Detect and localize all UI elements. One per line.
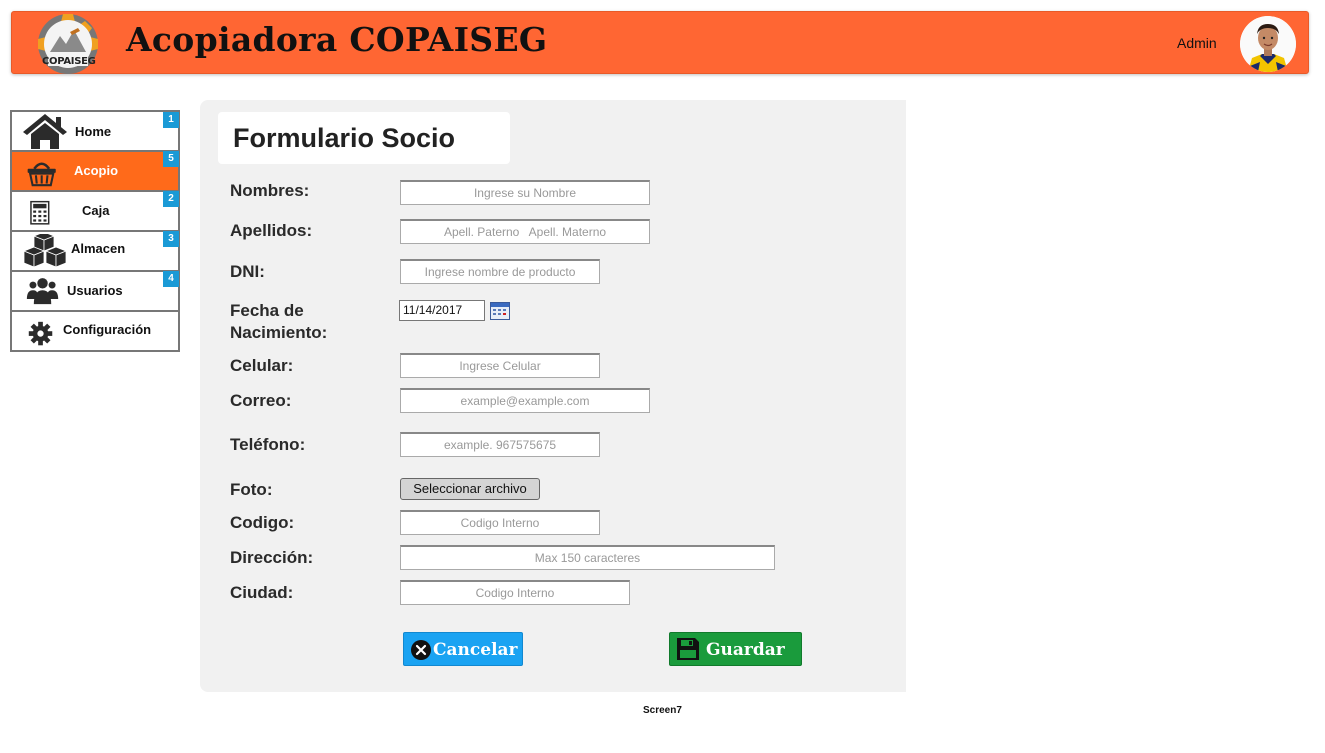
sidebar-item-caja[interactable]: Caja 2	[10, 191, 180, 232]
form-title-box: Formulario Socio	[218, 112, 510, 164]
telefono-label: Teléfono:	[230, 435, 306, 454]
fecha-label-line2: Nacimiento:	[230, 323, 328, 342]
badge: 1	[163, 112, 179, 128]
correo-label: Correo:	[230, 391, 292, 410]
ciudad-label: Ciudad:	[230, 583, 294, 602]
boxes-icon	[22, 234, 68, 268]
ciudad-input[interactable]: Codigo Interno	[400, 580, 630, 605]
calculator-icon	[30, 200, 50, 225]
calendar-icon[interactable]	[490, 302, 510, 320]
sidebar-item-label: Usuarios	[67, 283, 123, 298]
dni-label: DNI:	[230, 262, 265, 281]
badge: 5	[163, 151, 179, 167]
nombres-label: Nombres:	[230, 181, 310, 200]
celular-input[interactable]: Ingrese Celular	[400, 353, 600, 378]
nombres-input[interactable]: Ingrese su Nombre	[400, 180, 650, 205]
page-title: Formulario Socio	[233, 123, 456, 153]
sidebar-item-label: Home	[75, 124, 112, 139]
basket-icon	[27, 162, 56, 187]
sidebar-item-label: Caja	[82, 203, 110, 218]
fecha-label-line1: Fecha de	[230, 301, 304, 320]
badge: 2	[163, 191, 179, 207]
avatar[interactable]	[1240, 16, 1296, 72]
app-title: Acopiadora COPAISEG	[126, 20, 548, 59]
app-header: COPAISEG Acopiadora COPAISEG Admin	[11, 11, 1309, 74]
users-icon	[26, 278, 59, 305]
screen-label: Screen7	[643, 705, 682, 716]
telefono-input[interactable]: example. 967575675	[400, 432, 600, 457]
sidebar-item-home[interactable]: Home 1	[10, 110, 180, 152]
form-panel: Formulario Socio Nombres: Ingrese su Nom…	[200, 100, 906, 692]
cancel-button[interactable]: Cancelar	[403, 632, 523, 666]
celular-label: Celular:	[230, 356, 294, 375]
sidebar-item-label: Configuración	[63, 322, 152, 337]
apellidos-label: Apellidos:	[230, 221, 313, 240]
correo-input[interactable]: example@example.com	[400, 388, 650, 413]
foto-label: Foto:	[230, 480, 273, 499]
home-icon	[23, 114, 67, 149]
sidebar-item-usuarios[interactable]: Usuarios 4	[10, 271, 180, 312]
sidebar-item-label: Acopio	[74, 163, 119, 178]
apellidos-input[interactable]: Apell. Paterno Apell. Materno	[400, 219, 650, 244]
save-icon	[677, 638, 699, 660]
close-icon	[411, 640, 431, 660]
dni-input[interactable]: Ingrese nombre de producto	[400, 259, 600, 284]
copaiseg-logo[interactable]: COPAISEG	[36, 12, 100, 76]
save-button-label: Guardar	[706, 640, 785, 660]
user-name[interactable]: Admin	[1177, 35, 1217, 51]
save-button[interactable]: Guardar	[669, 632, 802, 666]
cancel-button-label: Cancelar	[433, 640, 518, 660]
logo-text: COPAISEG	[42, 56, 96, 67]
badge: 3	[163, 231, 179, 247]
gear-icon	[28, 321, 53, 346]
sidebar-item-label: Almacen	[71, 241, 126, 256]
select-file-button[interactable]: Seleccionar archivo	[400, 478, 540, 500]
direccion-input[interactable]: Max 150 caracteres	[400, 545, 775, 570]
direccion-label: Dirección:	[230, 548, 314, 567]
badge: 4	[163, 271, 179, 287]
codigo-input[interactable]: Codigo Interno	[400, 510, 600, 535]
sidebar-item-acopio[interactable]: Acopio 5	[10, 151, 180, 192]
sidebar-item-configuracion[interactable]: Configuración	[10, 312, 180, 352]
sidebar-item-almacen[interactable]: Almacen 3	[10, 231, 180, 272]
sidebar-nav: Home 1 Acopio 5 Caja 2 Almacen 3 Usuario…	[10, 110, 180, 352]
birthdate-input[interactable]: 11/14/2017	[399, 300, 485, 321]
codigo-label: Codigo:	[230, 513, 295, 532]
